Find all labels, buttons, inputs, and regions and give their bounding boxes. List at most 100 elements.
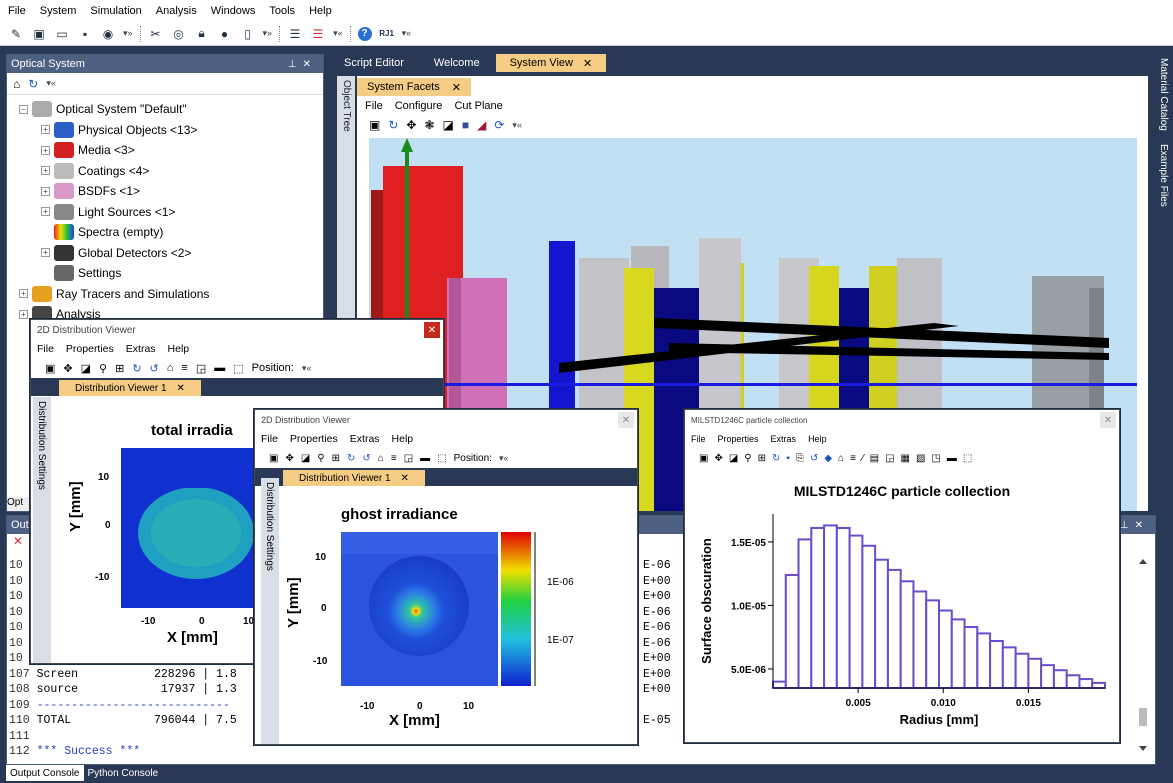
menu-file[interactable]: File <box>365 100 383 112</box>
menu-extras[interactable]: Extras <box>771 434 797 444</box>
menu-tools[interactable]: Tools <box>269 5 295 17</box>
image-icon[interactable]: ▧ <box>916 453 925 464</box>
tree-node[interactable]: +Spectra (empty) <box>7 222 323 243</box>
camera-icon[interactable]: ◪ <box>443 118 454 132</box>
camera-icon[interactable]: ◪ <box>729 453 738 464</box>
select-icon[interactable]: ▣ <box>45 362 55 375</box>
rotate-icon[interactable]: ↻ <box>388 118 398 132</box>
tree-node[interactable]: + Physical Objects <13> <box>7 120 323 141</box>
version-icon[interactable]: RJ1 <box>379 26 395 42</box>
region-icon[interactable]: ⬚ <box>437 453 446 464</box>
menu-configure[interactable]: Configure <box>395 100 443 112</box>
close-icon[interactable]: ✕ <box>401 473 409 484</box>
reset-view-icon[interactable]: ⟳ <box>494 118 504 132</box>
export-icon[interactable]: ◲ <box>404 453 413 464</box>
tab-example-files[interactable]: Example Files <box>1158 144 1169 207</box>
record-icon[interactable]: ◎ <box>171 26 187 42</box>
monitor-icon[interactable]: ▬ <box>947 453 957 464</box>
tree-node[interactable]: + BSDFs <1> <box>7 181 323 202</box>
overflow-icon[interactable]: ▾« <box>46 78 56 89</box>
tab-distribution-viewer[interactable]: Distribution Viewer 1 ✕ <box>283 470 425 486</box>
menu-help[interactable]: Help <box>808 434 827 444</box>
monitor-icon[interactable]: ▬ <box>214 362 225 374</box>
overflow-icon[interactable]: ▾« <box>333 28 343 39</box>
select-icon[interactable]: ▣ <box>369 118 380 132</box>
home-icon[interactable]: ⌂ <box>13 77 20 91</box>
close-icon[interactable]: ✕ <box>452 81 461 94</box>
pan-icon[interactable]: ✥ <box>714 453 722 464</box>
line-icon[interactable]: ⁄ <box>862 453 864 464</box>
close-icon[interactable]: ✕ <box>583 57 592 70</box>
grid-icon[interactable]: ⊞ <box>115 362 124 375</box>
menu-file[interactable]: File <box>37 343 54 355</box>
globe-icon[interactable]: ● <box>217 26 233 42</box>
page-icon[interactable]: ▯ <box>240 26 256 42</box>
tab-python-console[interactable]: Python Console <box>84 765 163 781</box>
open-icon[interactable]: ▣ <box>31 26 47 42</box>
menu-properties[interactable]: Properties <box>718 434 759 444</box>
undo-icon[interactable]: ↺ <box>810 453 818 464</box>
grid-icon[interactable]: ⊞ <box>332 453 340 464</box>
output-scrollbar[interactable] <box>1137 556 1149 756</box>
new-icon[interactable]: ✎ <box>8 26 24 42</box>
close-icon[interactable]: ✕ <box>1100 412 1116 428</box>
target-icon[interactable]: ◉ <box>100 26 116 42</box>
expand-icon[interactable]: − <box>19 104 28 114</box>
monitor-icon[interactable]: ▬ <box>420 453 430 464</box>
tab-material-catalog[interactable]: Material Catalog <box>1158 58 1169 131</box>
undo-icon[interactable]: ↺ <box>362 453 370 464</box>
cut-plane-icon[interactable]: ◢ <box>477 118 486 132</box>
settings-icon[interactable]: ≡ <box>181 362 187 374</box>
region-icon[interactable]: ⬚ <box>963 453 972 464</box>
menu-help[interactable]: Help <box>168 343 190 355</box>
tree-node[interactable]: + Light Sources <1> <box>7 202 323 223</box>
export-icon[interactable]: ◲ <box>196 362 206 375</box>
tab-script-editor[interactable]: Script Editor <box>330 54 418 72</box>
menu-windows[interactable]: Windows <box>211 5 256 17</box>
align-red-icon[interactable]: ☰ <box>310 26 326 42</box>
export-icon[interactable]: ◲ <box>885 453 894 464</box>
cube-icon[interactable]: ■ <box>462 118 469 132</box>
menu-properties[interactable]: Properties <box>66 343 114 355</box>
close-icon[interactable]: ✕ <box>177 383 185 394</box>
undo-icon[interactable]: ↺ <box>150 362 159 375</box>
tree-node[interactable]: − Optical System "Default" <box>7 99 323 120</box>
copy-icon[interactable]: ⎘ <box>796 453 804 464</box>
lock-icon[interactable]: 🔒︎ <box>194 26 210 42</box>
zoom-icon[interactable]: ⚲ <box>744 453 751 464</box>
camera-icon[interactable]: ◪ <box>301 453 310 464</box>
expand-icon[interactable]: + <box>19 309 28 319</box>
tree-node[interactable]: + Media <3> <box>7 140 323 161</box>
menu-properties[interactable]: Properties <box>290 433 338 445</box>
tab-distribution-viewer[interactable]: Distribution Viewer 1 ✕ <box>59 380 201 396</box>
menu-simulation[interactable]: Simulation <box>90 5 141 17</box>
tab-output-console[interactable]: Output Console <box>6 765 84 781</box>
pan-icon[interactable]: ✥ <box>406 118 416 132</box>
distribution-settings-strip[interactable]: Distribution Settings <box>33 397 51 663</box>
tab-system-facets[interactable]: System Facets ✕ <box>357 78 471 96</box>
pan-icon[interactable]: ✥ <box>63 362 72 375</box>
bookmark-icon[interactable]: ◆ <box>824 453 832 464</box>
home-icon[interactable]: ⌂ <box>838 453 844 464</box>
menu-cut-plane[interactable]: Cut Plane <box>454 100 502 112</box>
export-2-icon[interactable]: ◳ <box>931 453 940 464</box>
overflow-icon[interactable]: ▾» <box>263 28 273 39</box>
settings-icon[interactable]: ≡ <box>850 453 856 464</box>
menu-file[interactable]: File <box>261 433 278 445</box>
menu-extras[interactable]: Extras <box>126 343 156 355</box>
region-icon[interactable]: ⬚ <box>233 362 243 375</box>
camera-icon[interactable]: ◪ <box>81 362 91 375</box>
menu-system[interactable]: System <box>40 5 77 17</box>
expand-icon[interactable]: + <box>41 207 50 217</box>
refresh-icon[interactable]: ↻ <box>347 453 355 464</box>
zoom-icon[interactable]: ⚲ <box>99 362 107 375</box>
close-icon[interactable]: ✕ <box>424 322 440 338</box>
select-icon[interactable]: ▣ <box>269 453 278 464</box>
align-icon[interactable]: ☰ <box>287 26 303 42</box>
tree-node[interactable]: + Global Detectors <2> <box>7 243 323 264</box>
pin-close-icon[interactable]: ⊥✕ <box>288 59 323 70</box>
menu-help[interactable]: Help <box>392 433 414 445</box>
save-icon[interactable]: ▪ <box>77 26 93 42</box>
expand-icon[interactable]: + <box>41 248 50 258</box>
expand-icon[interactable]: + <box>41 125 50 135</box>
